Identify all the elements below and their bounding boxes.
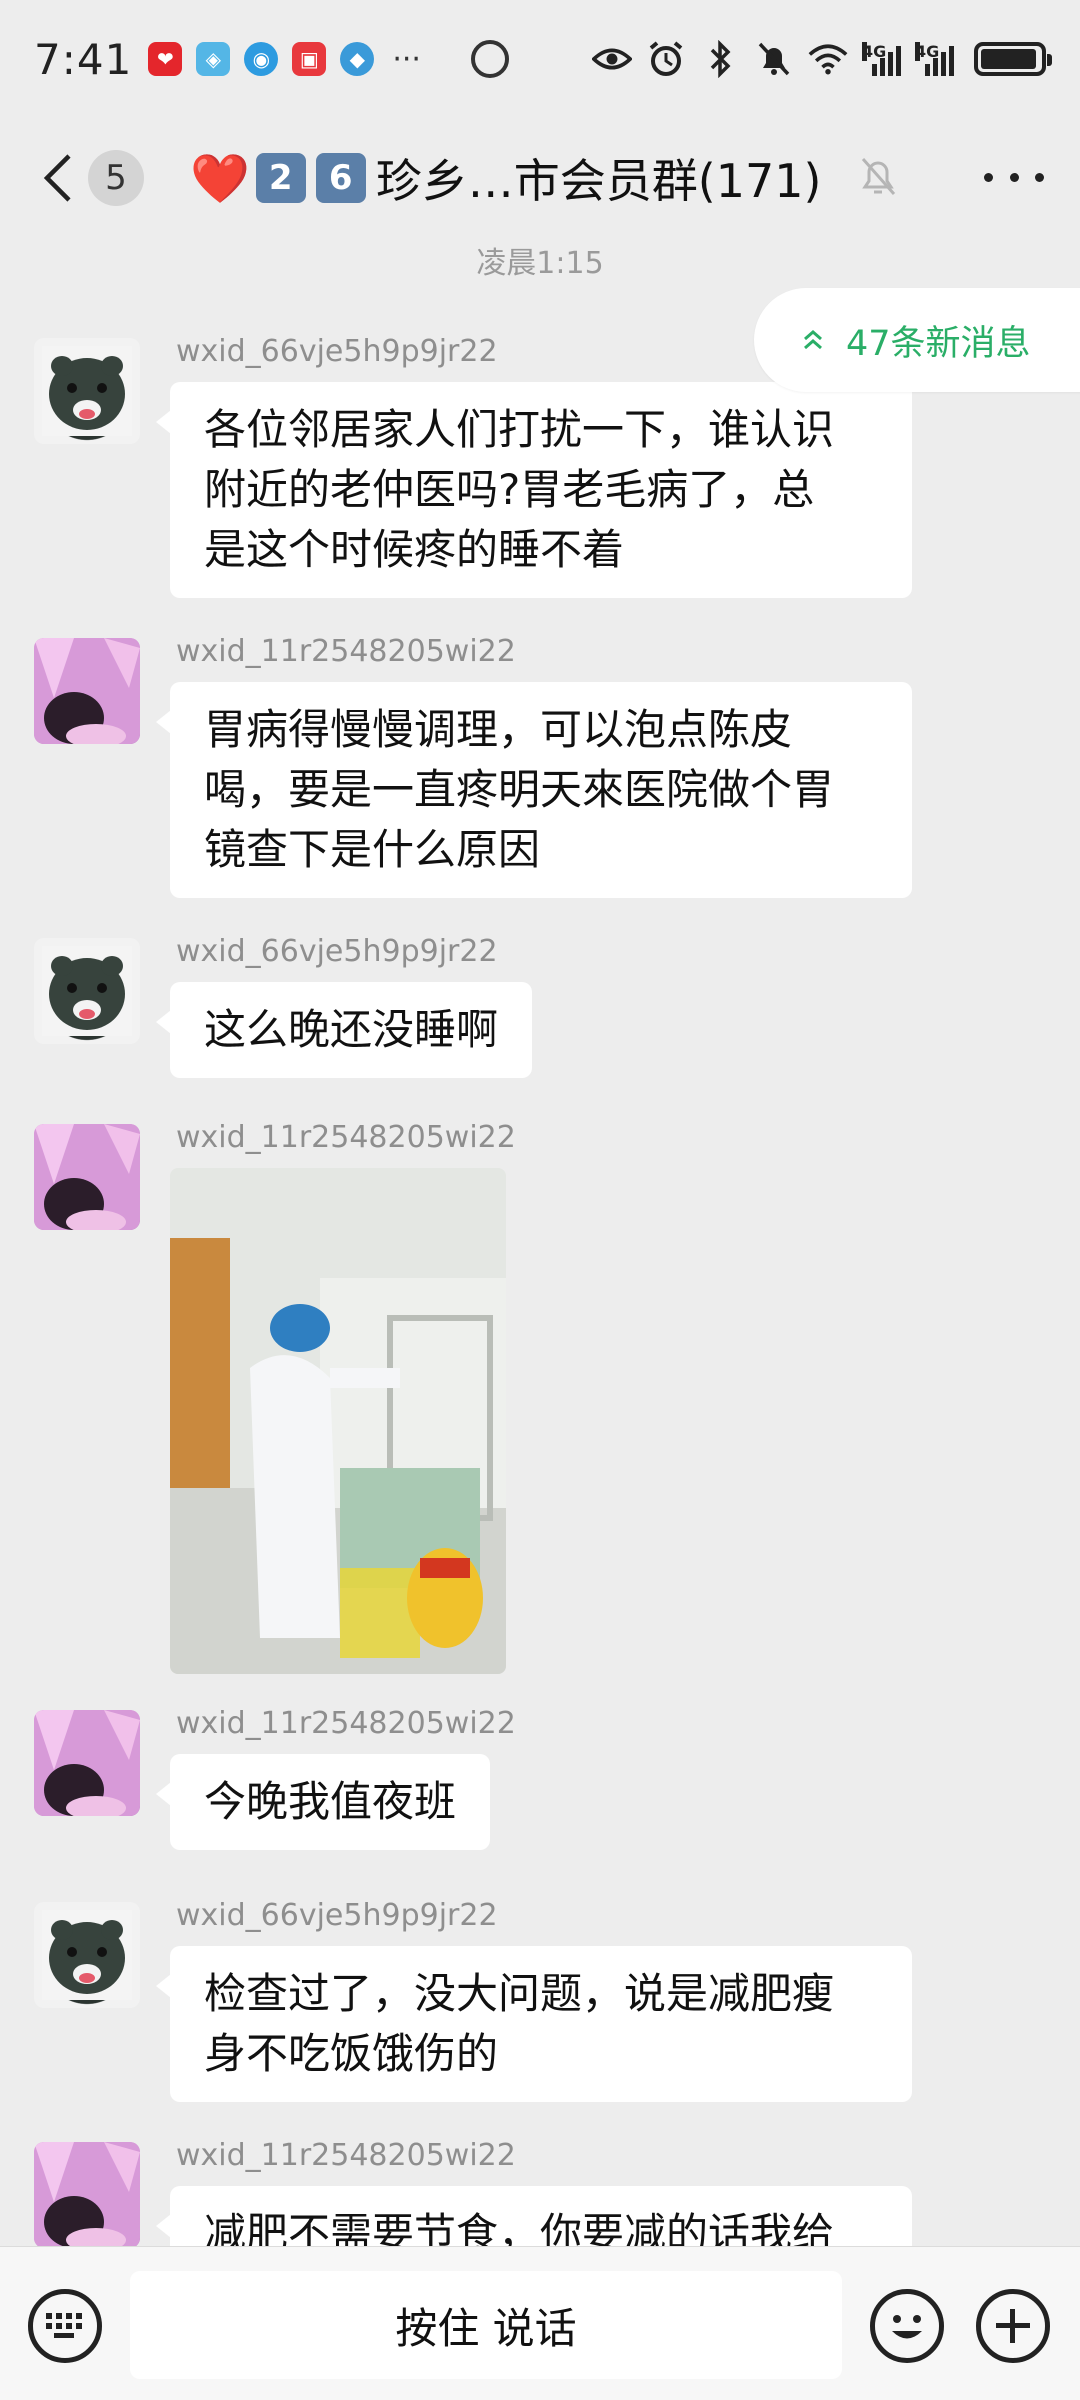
avatar[interactable] bbox=[34, 338, 140, 444]
chevron-up-icon bbox=[804, 330, 822, 350]
back-button[interactable] bbox=[30, 138, 86, 218]
input-bar: 按住 说话 bbox=[0, 2246, 1080, 2400]
keycap-emoji: 2 bbox=[255, 153, 306, 203]
mute-bell-icon bbox=[861, 158, 896, 195]
message-bubble[interactable]: 各位邻居家人们打扰一下，谁认识 附近的老仲医吗?胃老毛病了，总 是这个时候疼的睡… bbox=[156, 382, 912, 598]
more-icon[interactable] bbox=[984, 152, 1044, 202]
app-notification-icon: ◆ bbox=[340, 42, 375, 76]
pig-avatar-icon bbox=[42, 346, 132, 436]
avatar[interactable] bbox=[34, 1710, 140, 1816]
message-line: 减肥不需要节食，你要减的话我给 bbox=[204, 2209, 835, 2246]
message-line: 今晚我值夜班 bbox=[204, 1777, 457, 1826]
sender-name: wxid_66vje5h9p9jr22 bbox=[176, 1898, 498, 1933]
chat-title-text: 珍乡…市会员群(171) bbox=[375, 154, 822, 208]
cell-signal-icon: 4G bbox=[862, 42, 901, 76]
avatar[interactable] bbox=[34, 1124, 140, 1230]
wifi-icon bbox=[808, 41, 848, 77]
hospital-photo bbox=[170, 1168, 506, 1674]
message-bubble[interactable]: 今晚我值夜班 bbox=[155, 1754, 491, 1850]
hold-to-talk-button[interactable]: 按住 说话 bbox=[130, 2271, 842, 2379]
app-notification-icon: ❤ bbox=[148, 42, 183, 76]
sender-name: wxid_11r2548205wi22 bbox=[176, 634, 516, 669]
message-line: 检查过了，没大问题，说是减肥瘦 bbox=[204, 1969, 835, 2018]
avatar[interactable] bbox=[34, 2142, 140, 2246]
girl-avatar-icon bbox=[34, 638, 140, 744]
message-bubble[interactable]: 这么晚还没睡啊 bbox=[155, 982, 533, 1078]
girl-avatar-icon bbox=[34, 1124, 140, 1230]
more-notifications-icon: ··· bbox=[392, 41, 421, 77]
chat-title[interactable]: ❤️ 2 6 珍乡…市会员群(171) bbox=[190, 145, 821, 211]
message-list[interactable]: 凌晨1:15 wxid_66vje5h9p9jr22 各位邻居家人们打扰一下，谁… bbox=[0, 238, 1080, 2246]
message-line: 各位邻居家人们打扰一下，谁认识 bbox=[204, 405, 835, 454]
sender-name: wxid_66vje5h9p9jr22 bbox=[176, 334, 498, 369]
girl-avatar-icon bbox=[34, 1710, 140, 1816]
avatar[interactable] bbox=[34, 1902, 140, 2008]
sender-name: wxid_11r2548205wi22 bbox=[176, 1706, 516, 1741]
message-line: 镜查下是什么原因 bbox=[204, 825, 541, 874]
status-time: 7:41 bbox=[34, 34, 133, 84]
message-timestamp: 凌晨1:15 bbox=[476, 246, 604, 281]
message-bubble[interactable]: 减肥不需要节食，你要减的话我给 bbox=[156, 2186, 912, 2246]
message-line: 附近的老仲医吗?胃老毛病了，总 bbox=[204, 465, 815, 514]
keyboard-icon[interactable] bbox=[28, 2289, 102, 2363]
pig-avatar-icon bbox=[42, 946, 132, 1036]
app-notification-icon: ▣ bbox=[292, 42, 327, 76]
keycap-emoji: 6 bbox=[315, 153, 366, 203]
girl-avatar-icon bbox=[34, 2142, 140, 2246]
cell-signal-icon: 4G bbox=[915, 42, 954, 76]
eye-icon bbox=[592, 41, 632, 77]
notification-icons: ❤ ◈ ◉ ▣ ◆ ··· bbox=[148, 40, 509, 78]
sender-name: wxid_11r2548205wi22 bbox=[176, 2138, 516, 2173]
new-messages-button[interactable]: 47条新消息 bbox=[754, 288, 1080, 392]
alarm-icon bbox=[646, 41, 686, 77]
unread-count-badge[interactable]: 5 bbox=[88, 150, 144, 206]
bluetooth-icon bbox=[700, 40, 740, 78]
plus-icon[interactable] bbox=[976, 2289, 1050, 2363]
mute-notification-icon bbox=[754, 41, 794, 77]
heart-emoji: ❤️ bbox=[190, 150, 250, 207]
new-messages-label: 47条新消息 bbox=[846, 323, 1031, 364]
battery-icon bbox=[974, 42, 1052, 76]
avatar[interactable] bbox=[34, 638, 140, 744]
message-bubble[interactable]: 胃病得慢慢调理，可以泡点陈皮 喝，要是一直疼明天來医院做个胃 镜查下是什么原因 bbox=[156, 682, 912, 898]
sync-icon bbox=[470, 40, 509, 78]
status-bar: 7:41 ❤ ◈ ◉ ▣ ◆ ··· 4G 4G bbox=[0, 0, 1080, 118]
pig-avatar-icon bbox=[42, 1910, 132, 2000]
chat-header: 5 ❤️ 2 6 珍乡…市会员群(171) bbox=[0, 118, 1080, 238]
avatar[interactable] bbox=[34, 938, 140, 1044]
message-line: 这么晚还没睡啊 bbox=[204, 1005, 499, 1054]
image-message[interactable] bbox=[170, 1168, 506, 1674]
back-icon bbox=[43, 154, 71, 202]
message-line: 胃病得慢慢调理，可以泡点陈皮 bbox=[204, 705, 793, 754]
sender-name: wxid_11r2548205wi22 bbox=[176, 1120, 516, 1155]
message-line: 是这个时候疼的睡不着 bbox=[204, 525, 625, 574]
sender-name: wxid_66vje5h9p9jr22 bbox=[176, 934, 498, 969]
app-notification-icon: ◈ bbox=[196, 42, 231, 76]
app-notification-icon: ◉ bbox=[244, 42, 279, 76]
system-icons: 4G 4G bbox=[592, 40, 1052, 78]
message-line: 喝，要是一直疼明天來医院做个胃 bbox=[204, 765, 835, 814]
emoji-icon[interactable] bbox=[870, 2289, 944, 2363]
message-bubble[interactable]: 检查过了，没大问题，说是减肥瘦 身不吃饭饿伤的 bbox=[156, 1946, 912, 2102]
message-line: 身不吃饭饿伤的 bbox=[204, 2029, 499, 2078]
